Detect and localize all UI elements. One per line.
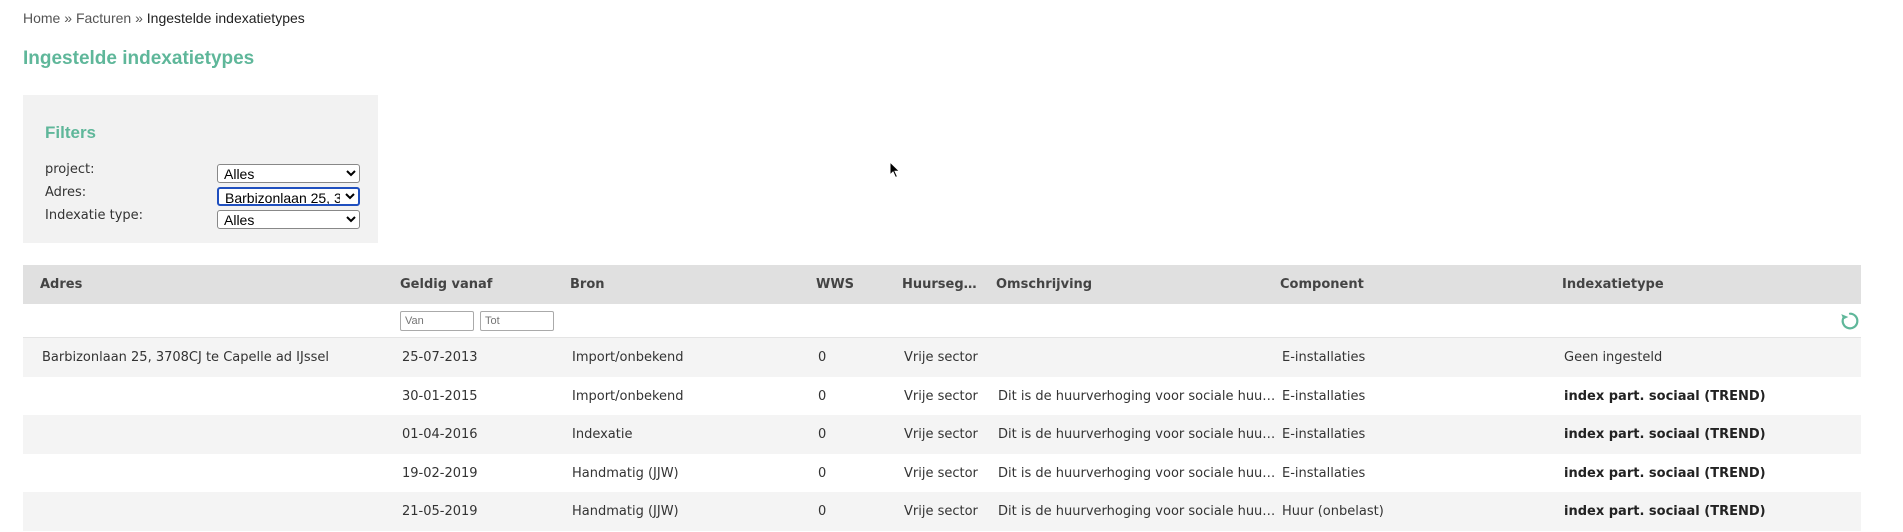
cell-geldig-vanaf: 01-04-2016 xyxy=(402,427,478,442)
filters-title: Filters xyxy=(45,123,97,142)
refresh-icon[interactable] xyxy=(1839,310,1861,332)
column-header-component[interactable]: Component xyxy=(1280,277,1364,292)
cell-component: Huur (onbelast) xyxy=(1282,504,1384,519)
cell-omschrijving: Dit is de huurverhoging voor sociale huu… xyxy=(998,427,1278,442)
column-header-indexatietype[interactable]: Indexatietype xyxy=(1562,277,1664,292)
cell-huursegment: Vrije sector xyxy=(904,350,978,365)
breadcrumb-separator: » xyxy=(64,10,73,26)
cell-bron: Handmatig (JJW) xyxy=(572,504,679,519)
cell-component: E-installaties xyxy=(1282,350,1366,365)
cell-indexatietype: Geen ingesteld xyxy=(1564,350,1663,365)
page-title: Ingestelde indexatietypes xyxy=(23,48,255,69)
table-row[interactable]: 30-01-2015 Import/onbekend 0 Vrije sector Di… xyxy=(23,377,1861,416)
cell-component: E-installaties xyxy=(1282,427,1366,442)
cell-huursegment: Vrije sector xyxy=(904,427,978,442)
filter-indexatie-type-row: Indexatie type: Alles xyxy=(45,208,365,229)
cell-component: E-installaties xyxy=(1282,465,1366,481)
cell-indexatietype: index part. sociaal (TREND) xyxy=(1564,388,1766,404)
cell-huursegment: Vrije sector xyxy=(904,465,978,481)
cell-indexatietype: index part. sociaal (TREND) xyxy=(1564,427,1766,442)
filter-adres-label: Adres: xyxy=(45,185,87,200)
table-row[interactable]: 01-04-2016 Indexatie 0 Vrije sector Dit is d… xyxy=(23,415,1861,454)
cell-huursegment: Vrije sector xyxy=(904,388,978,404)
geldig-vanaf-tot-input[interactable] xyxy=(480,311,554,331)
cell-wws: 0 xyxy=(818,465,827,481)
table-filter-row xyxy=(23,304,1861,338)
cell-wws: 0 xyxy=(818,388,827,404)
cell-huursegment: Vrije sector xyxy=(904,504,978,519)
cell-bron: Indexatie xyxy=(572,427,633,442)
breadcrumb-home-link[interactable]: Home xyxy=(23,10,60,26)
filter-adres-select[interactable]: Barbizonlaan 25, 3 xyxy=(217,187,360,206)
filter-project-label: project: xyxy=(45,162,95,177)
cell-geldig-vanaf: 30-01-2015 xyxy=(402,388,478,404)
table-header: Adres Geldig vanaf Bron WWS Huursegm... … xyxy=(23,265,1861,304)
cell-component: E-installaties xyxy=(1282,388,1366,404)
filter-adres-row: Adres: Barbizonlaan 25, 3 xyxy=(45,185,365,206)
column-header-adres[interactable]: Adres xyxy=(40,277,82,292)
cell-omschrijving: Dit is de huurverhoging voor sociale huu… xyxy=(998,465,1278,481)
cell-geldig-vanaf: 21-05-2019 xyxy=(402,504,478,519)
column-header-wws[interactable]: WWS xyxy=(816,277,854,292)
cell-geldig-vanaf: 19-02-2019 xyxy=(402,465,478,481)
breadcrumb-current: Ingestelde indexatietypes xyxy=(146,10,305,26)
breadcrumb: Home » Facturen » Ingestelde indexatiety… xyxy=(23,10,305,26)
table-row[interactable]: 21-05-2019 Handmatig (JJW) 0 Vrije sector Di… xyxy=(23,492,1861,531)
cell-bron: Import/onbekend xyxy=(572,388,684,404)
cell-indexatietype: index part. sociaal (TREND) xyxy=(1564,504,1766,519)
table-body: Barbizonlaan 25, 3708CJ te Capelle ad IJ… xyxy=(23,338,1861,531)
column-header-omschrijving[interactable]: Omschrijving xyxy=(996,277,1092,292)
filter-indexatie-type-label: Indexatie type: xyxy=(45,208,144,223)
breadcrumb-separator: » xyxy=(135,10,143,26)
mouse-cursor-icon xyxy=(889,161,901,179)
cell-bron: Import/onbekend xyxy=(572,350,684,365)
cell-wws: 0 xyxy=(818,504,827,519)
cell-indexatietype: index part. sociaal (TREND) xyxy=(1564,465,1766,481)
cell-wws: 0 xyxy=(818,427,827,442)
column-header-bron[interactable]: Bron xyxy=(570,277,605,292)
table-row[interactable]: 19-02-2019 Handmatig (JJW) 0 Vrije sector Di… xyxy=(23,454,1861,493)
geldig-vanaf-van-input[interactable] xyxy=(400,311,474,331)
cell-bron: Handmatig (JJW) xyxy=(572,465,679,481)
cell-adres: Barbizonlaan 25, 3708CJ te Capelle ad IJ… xyxy=(42,350,330,365)
filters-panel: Filters project: Alles Adres: Barbizonla… xyxy=(23,95,378,243)
filter-indexatie-type-select[interactable]: Alles xyxy=(217,210,360,229)
cell-omschrijving: Dit is de huurverhoging voor sociale huu… xyxy=(998,504,1278,519)
filter-project-select[interactable]: Alles xyxy=(217,164,360,183)
breadcrumb-facturen-link[interactable]: Facturen xyxy=(76,10,131,26)
cell-omschrijving: Dit is de huurverhoging voor sociale huu… xyxy=(998,388,1278,404)
indexation-table: Adres Geldig vanaf Bron WWS Huursegm... … xyxy=(23,265,1861,531)
column-header-huursegment[interactable]: Huursegm... xyxy=(902,277,982,292)
table-row[interactable]: Barbizonlaan 25, 3708CJ te Capelle ad IJ… xyxy=(23,338,1861,377)
column-header-geldig-vanaf[interactable]: Geldig vanaf xyxy=(400,277,492,292)
cell-wws: 0 xyxy=(818,350,827,365)
cell-geldig-vanaf: 25-07-2013 xyxy=(402,350,478,365)
filter-project-row: project: Alles xyxy=(45,162,365,183)
